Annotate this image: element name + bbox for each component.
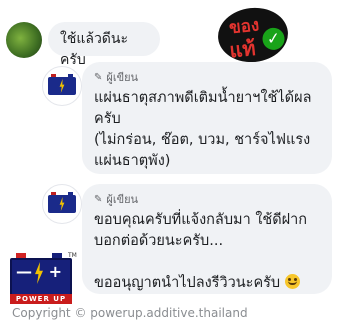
reply-text: ขอบคุณครับที่แจ้งกลับมา ใช้ดีฝาก บอกต่อด… bbox=[94, 210, 320, 294]
reply-text: แผ่นธาตุสภาพดีเติมน้ำยาฯใช้ได้ผล ครับ (ไ… bbox=[94, 90, 312, 169]
genuine-stamp: ของ แท้ ✓ bbox=[215, 4, 291, 66]
plus-sign: + bbox=[48, 262, 62, 281]
trademark: TM bbox=[68, 252, 77, 259]
author-badge: ✎ ผู้เขียน bbox=[94, 190, 320, 208]
pen-icon: ✎ bbox=[94, 193, 103, 205]
copyright-watermark: Copyright © powerup.additive.thailand bbox=[12, 306, 248, 320]
comment-bubble: ใช้แล้วดีนะครับ bbox=[48, 22, 160, 68]
reply-bubble: ✎ ผู้เขียน แผ่นธาตุสภาพดีเติมน้ำยาฯใช้ได… bbox=[82, 62, 332, 174]
logo-brand-text: POWER UP bbox=[10, 294, 72, 304]
reply-bubble: ✎ ผู้เขียน ขอบคุณครับที่แจ้งกลับมา ใช้ดี… bbox=[82, 184, 332, 294]
author-badge-label: ผู้เขียน bbox=[106, 71, 139, 84]
check-icon: ✓ bbox=[261, 26, 286, 51]
pen-icon: ✎ bbox=[94, 71, 103, 83]
battery-logo-icon bbox=[48, 74, 76, 95]
commenter-avatar[interactable] bbox=[6, 22, 42, 58]
author-badge-label: ผู้เขียน bbox=[106, 193, 139, 206]
reply-text-content: ขอบคุณครับที่แจ้งกลับมา ใช้ดีฝาก บอกต่อด… bbox=[94, 212, 308, 291]
powerup-logo: — + POWER UP TM bbox=[8, 252, 77, 306]
author-avatar[interactable] bbox=[42, 66, 82, 106]
author-badge: ✎ ผู้เขียน bbox=[94, 68, 320, 86]
author-avatar[interactable] bbox=[42, 184, 82, 224]
smile-emoji-icon bbox=[284, 274, 300, 289]
minus-sign: — bbox=[16, 262, 32, 281]
battery-logo-icon bbox=[48, 192, 76, 213]
